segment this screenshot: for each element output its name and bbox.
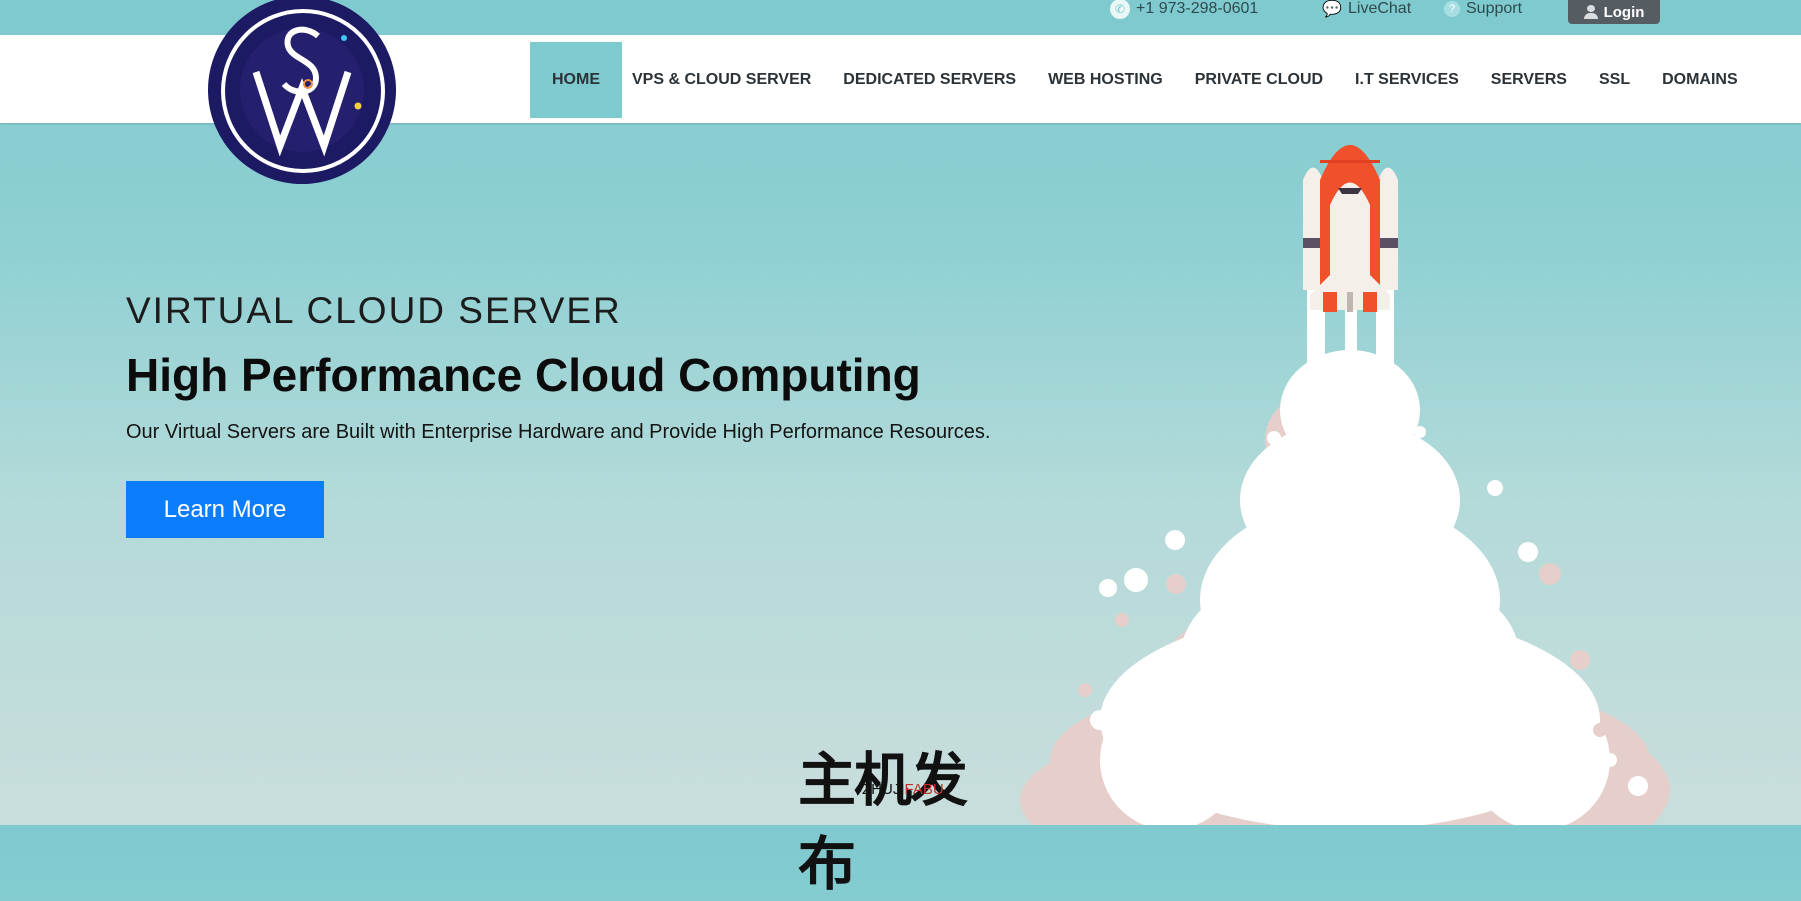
main-nav: HOME VPS & CLOUD SERVER DEDICATED SERVER… bbox=[530, 42, 1754, 118]
logo-monogram bbox=[240, 26, 364, 157]
support-link[interactable]: ? Support bbox=[1444, 0, 1522, 18]
phone-icon: ✆ bbox=[1110, 0, 1130, 19]
nav-private-cloud[interactable]: PRIVATE CLOUD bbox=[1179, 42, 1339, 118]
nav-vps-cloud-server[interactable]: VPS & CLOUD SERVER bbox=[622, 42, 827, 118]
site-logo[interactable] bbox=[208, 0, 396, 184]
login-button[interactable]: Login bbox=[1568, 0, 1660, 24]
nav-servers[interactable]: SERVERS bbox=[1475, 42, 1583, 118]
hero-subtitle: Our Virtual Servers are Built with Enter… bbox=[126, 421, 991, 443]
nav-web-hosting[interactable]: WEB HOSTING bbox=[1032, 42, 1179, 118]
help-icon: ? bbox=[1444, 1, 1460, 17]
watermark-logo: 主机发布 ZHUJIFABU bbox=[798, 733, 1003, 898]
support-label: Support bbox=[1466, 0, 1523, 17]
rocket-illustration bbox=[1020, 145, 1670, 825]
user-icon bbox=[1583, 5, 1598, 19]
hero-eyebrow: VIRTUAL CLOUD SERVER bbox=[126, 290, 622, 331]
phone-link[interactable]: ✆ +1 973-298-0601 bbox=[1110, 0, 1259, 19]
watermark-latin: ZHUJIFABU bbox=[862, 781, 944, 798]
nav-dedicated-servers[interactable]: DEDICATED SERVERS bbox=[827, 42, 1032, 118]
nav-ssl[interactable]: SSL bbox=[1583, 42, 1646, 118]
login-label: Login bbox=[1603, 3, 1645, 21]
watermark-latin-red: FABU bbox=[904, 781, 944, 798]
livechat-link[interactable]: 💬 LiveChat bbox=[1322, 0, 1411, 18]
livechat-label: LiveChat bbox=[1348, 0, 1412, 17]
watermark-latin-black: ZHUJI bbox=[862, 781, 905, 798]
learn-more-button[interactable]: Learn More bbox=[126, 481, 324, 538]
nav-home[interactable]: HOME bbox=[530, 42, 622, 118]
chat-icon: 💬 bbox=[1322, 1, 1342, 18]
watermark-chinese: 主机发布 bbox=[798, 746, 968, 898]
nav-it-services[interactable]: I.T SERVICES bbox=[1339, 42, 1475, 118]
nav-domains[interactable]: DOMAINS bbox=[1646, 42, 1754, 118]
hero-title: High Performance Cloud Computing bbox=[126, 349, 921, 401]
phone-number: +1 973-298-0601 bbox=[1136, 0, 1259, 17]
